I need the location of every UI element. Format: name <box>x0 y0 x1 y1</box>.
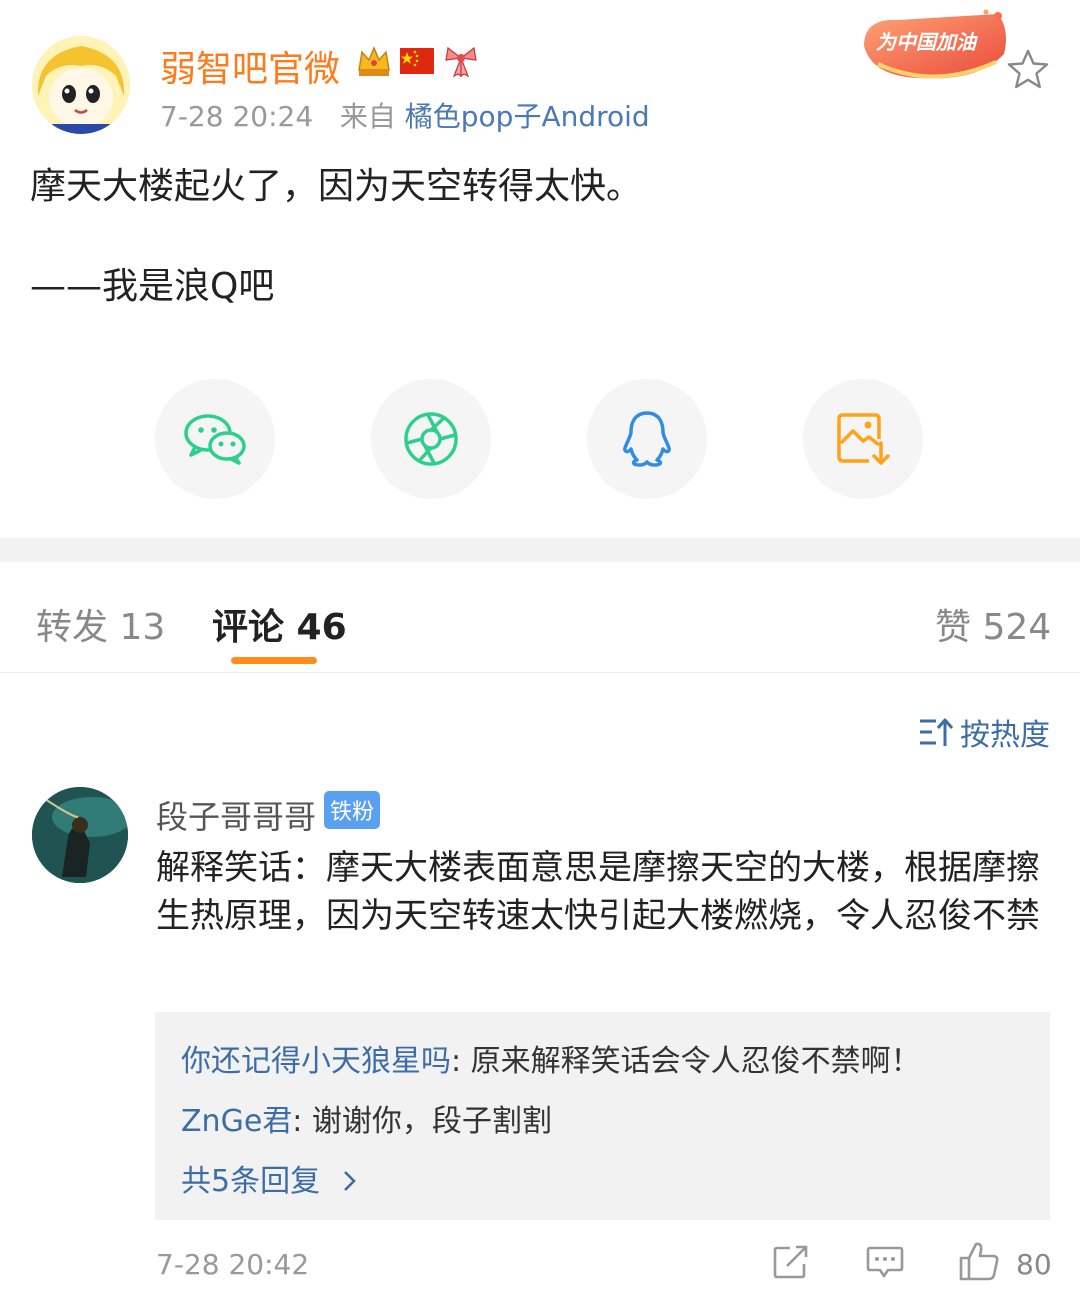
reply-item: 你还记得小天狼星吗: 原来解释笑话会令人忍俊不禁啊！ <box>181 1036 921 1080</box>
qq-icon <box>623 411 671 467</box>
share-icon <box>773 1245 808 1279</box>
post-source[interactable]: 橘色pop子Android <box>405 100 650 133</box>
comment-like-count: 80 <box>1016 1248 1052 1281</box>
sort-toggle[interactable]: 按热度 <box>918 710 1050 754</box>
sort-label: 按热度 <box>960 718 1050 753</box>
reply-preview-box[interactable]: 你还记得小天狼星吗: 原来解释笑话会令人忍俊不禁啊！ ZnGe君: 谢谢你，段子… <box>155 1012 1050 1220</box>
commenter-name[interactable]: 段子哥哥哥 <box>156 792 316 838</box>
wechat-icon <box>184 414 246 465</box>
tab-reposts[interactable]: 转发 13 <box>36 598 165 650</box>
post-meta: 7-28 20:24 来自 橘色pop子Android <box>160 95 650 135</box>
reply-user[interactable]: 你还记得小天狼星吗 <box>181 1044 451 1079</box>
author-name[interactable]: 弱智吧官微 <box>160 40 340 92</box>
tab-comments[interactable]: 评论 46 <box>212 598 347 650</box>
share-qq-button[interactable] <box>587 379 707 499</box>
reply-text: : 谢谢你，段子割割 <box>292 1104 552 1139</box>
tab-likes[interactable]: 赞 524 <box>935 598 1051 650</box>
gift-bow-icon <box>445 46 477 78</box>
active-tab-indicator <box>231 657 317 664</box>
commenter-avatar[interactable] <box>32 787 128 883</box>
source-prefix: 来自 <box>339 100 396 133</box>
post-content: 摩天大楼起火了，因为天空转得太快。 ——我是浪Q吧 <box>30 166 643 307</box>
comment-icon <box>866 1246 904 1278</box>
more-replies-label: 共5条回复 <box>181 1164 321 1199</box>
like-comment-button[interactable] <box>958 1240 1000 1286</box>
author-badges <box>356 44 480 78</box>
save-image-icon <box>837 413 890 465</box>
reply-item: ZnGe君: 谢谢你，段子割割 <box>181 1096 552 1140</box>
thumbs-up-icon <box>959 1242 999 1281</box>
comment-text: 解释笑话：摩天大楼表面意思是摩擦天空的大楼，根据摩擦生热原理，因为天空转速太快引… <box>156 848 1040 936</box>
more-replies-link[interactable]: 共5条回复 <box>181 1156 360 1200</box>
fan-badge: 铁粉 <box>324 791 381 829</box>
repost-comment-button[interactable] <box>772 1244 810 1284</box>
section-divider <box>0 538 1080 562</box>
crown-icon <box>358 46 390 76</box>
favorite-star-icon[interactable] <box>1006 48 1050 94</box>
support-banner[interactable]: 为中国加油 <box>858 6 1010 88</box>
share-moments-button[interactable] <box>371 379 491 499</box>
share-wechat-button[interactable] <box>155 379 275 499</box>
sort-icon <box>920 718 954 746</box>
moments-icon <box>404 412 458 466</box>
save-image-button[interactable] <box>803 379 923 499</box>
author-avatar[interactable] <box>32 36 130 134</box>
reply-user[interactable]: ZnGe君 <box>181 1104 292 1139</box>
chevron-right-icon <box>343 1171 356 1191</box>
reply-comment-button[interactable] <box>866 1244 904 1284</box>
comment-time: 7-28 20:42 <box>156 1248 310 1281</box>
china-flag-icon <box>400 48 434 74</box>
post-time: 7-28 20:24 <box>160 100 314 133</box>
reply-text: : 原来解释笑话会令人忍俊不禁啊！ <box>451 1044 921 1079</box>
banner-text: 为中国加油 <box>876 30 976 54</box>
